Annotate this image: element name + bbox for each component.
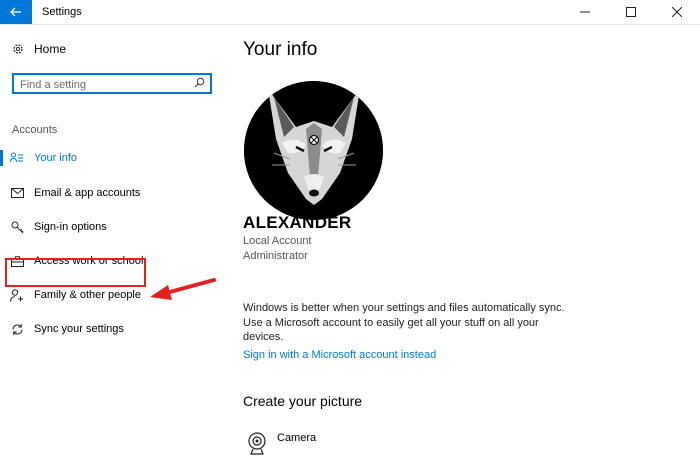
page-title: Your info [243,39,318,60]
close-button[interactable] [654,0,700,24]
home-nav[interactable]: Home [12,42,66,56]
sidebar-item-label: Sync your settings [34,323,124,335]
search-icon [194,77,205,88]
sidebar-item-your-info[interactable]: Your info [0,144,220,172]
annotation-highlight-box [5,258,146,287]
microsoft-account-link[interactable]: Sign in with a Microsoft account instead [243,349,436,361]
title-bar: Settings [0,0,700,25]
camera-icon [248,432,266,455]
gear-icon [13,44,23,54]
person-list-icon [0,152,34,164]
maximize-button[interactable] [608,0,654,24]
account-type: Local Account [243,235,312,247]
account-role: Administrator [243,250,308,262]
create-picture-heading: Create your picture [243,393,363,409]
sidebar: Home Accounts Your info Email & app [0,24,230,474]
camera-label: Camera [277,432,317,444]
user-name: ALEXANDER [243,213,352,232]
sidebar-item-label: Email & app accounts [34,187,141,199]
window-title: Settings [42,6,82,18]
home-label: Home [34,42,67,56]
annotation-arrow-icon [150,278,216,300]
sidebar-item-label: Sign-in options [34,221,107,233]
close-icon [672,7,682,17]
sidebar-item-label: Your info [34,152,78,164]
sync-icon [0,323,34,336]
envelope-icon [0,188,34,198]
maximize-icon [626,7,636,17]
search-box[interactable] [12,73,212,94]
key-icon [0,221,34,234]
sidebar-item-sync-settings[interactable]: Sync your settings [0,315,220,343]
sidebar-item-email-app-accounts[interactable]: Email & app accounts [0,179,220,207]
minimize-button[interactable] [562,0,608,24]
sync-description: Windows is better when your settings and… [243,302,565,343]
back-arrow-icon [10,7,21,17]
minimize-icon [580,11,590,13]
camera-option[interactable]: Camera [247,432,316,456]
active-indicator [0,150,3,166]
user-avatar [244,81,383,220]
search-input[interactable] [14,76,190,94]
main-content: Your info ALEXANDER Local Account Admini… [243,24,683,474]
back-button[interactable] [0,0,32,24]
sidebar-item-label: Family & other people [34,289,141,301]
person-add-icon [0,288,34,302]
sidebar-item-sign-in-options[interactable]: Sign-in options [0,213,220,241]
section-label-accounts: Accounts [12,124,58,136]
